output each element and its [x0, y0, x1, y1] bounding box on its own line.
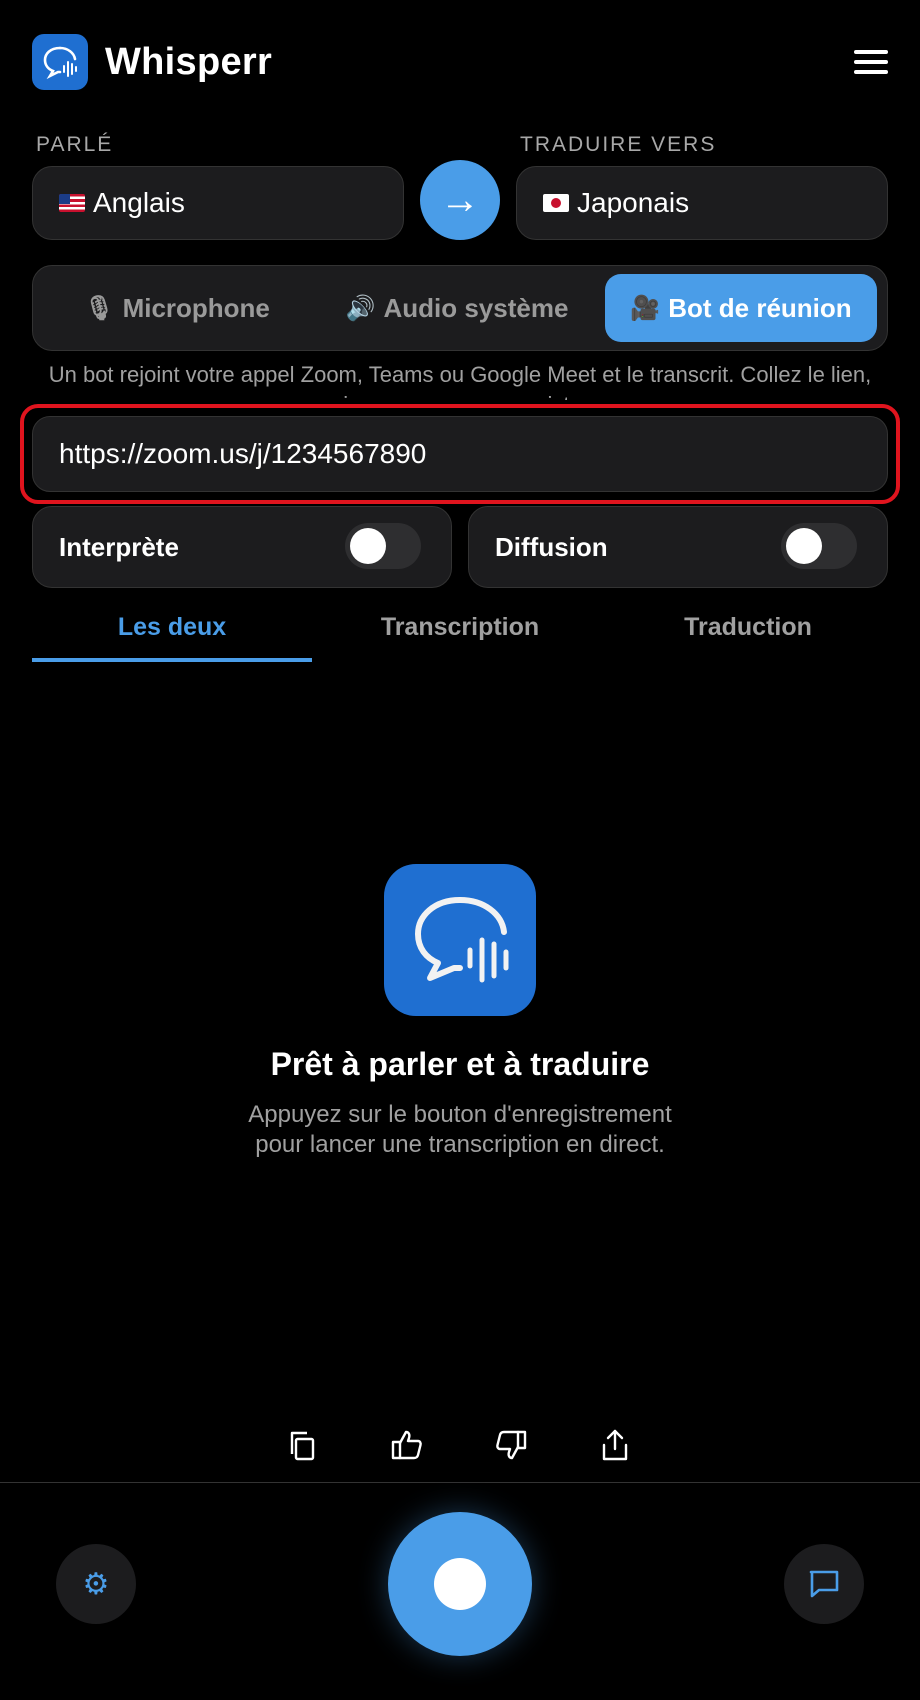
meeting-bot-helper-text: Un bot rejoint votre appel Zoom, Teams o…	[48, 362, 872, 400]
source-language-value: Anglais	[93, 187, 185, 218]
tab-both[interactable]: Les deux	[32, 600, 312, 662]
tab-translation[interactable]: Traduction	[608, 600, 888, 662]
app-title: Whisperr	[105, 40, 273, 83]
tab-transcription[interactable]: Transcription	[320, 600, 600, 662]
broadcast-label: Diffusion	[495, 531, 608, 562]
highlight-box	[20, 404, 900, 504]
input-mode-selector: 🎙 Microphone 🔊 Audio système 🎥 Bot de ré…	[32, 265, 888, 351]
interpreter-label: Interprète	[59, 531, 179, 562]
thumbs-down-icon	[496, 1430, 527, 1460]
us-flag-icon	[59, 194, 85, 212]
broadcast-toggle-card: Diffusion	[468, 506, 888, 588]
settings-button[interactable]: ⚙	[56, 1544, 136, 1624]
source-language-label: PARLÉ	[36, 133, 114, 156]
interpreter-toggle-card: Interprète	[32, 506, 452, 588]
microphone-icon: 🎙	[84, 294, 115, 322]
chat-icon	[809, 1570, 839, 1598]
chat-button[interactable]	[784, 1544, 864, 1624]
gear-icon: ⚙	[82, 1566, 110, 1602]
target-language-value: Japonais	[577, 187, 690, 218]
source-language-select[interactable]: Anglais	[32, 166, 404, 240]
target-language-label: TRADUIRE VERS	[520, 133, 717, 156]
empty-state-title: Prêt à parler et à traduire	[270, 1046, 650, 1082]
copy-button[interactable]	[278, 1420, 328, 1470]
mode-meeting-bot[interactable]: 🎥 Bot de réunion	[605, 274, 877, 342]
video-camera-icon: 🎥	[630, 294, 661, 322]
target-language-select[interactable]: Japonais	[516, 166, 888, 240]
empty-state-description: Appuyez sur le bouton d'enregistrement p…	[248, 1101, 672, 1158]
bottom-divider	[0, 1482, 920, 1483]
speaker-icon: 🔊	[345, 294, 376, 322]
share-icon	[602, 1429, 628, 1461]
arrow-right-icon: →	[440, 177, 480, 222]
copy-icon	[290, 1431, 315, 1461]
record-button[interactable]	[388, 1512, 532, 1656]
mode-microphone[interactable]: 🎙 Microphone	[41, 274, 313, 342]
thumbs-up-icon	[391, 1430, 422, 1460]
empty-state-logo-icon	[384, 864, 536, 1016]
swap-languages-button[interactable]: →	[420, 160, 500, 240]
record-icon	[434, 1558, 486, 1610]
thumbs-down-button[interactable]	[486, 1420, 536, 1470]
hamburger-menu-button[interactable]	[848, 42, 888, 82]
transcript-actions	[0, 1420, 920, 1470]
interpreter-switch[interactable]	[345, 523, 421, 569]
app-logo-icon	[32, 34, 88, 90]
view-tabs: Les deux Transcription Traduction	[32, 600, 888, 662]
japan-flag-icon	[543, 194, 569, 212]
menu-icon	[854, 50, 888, 54]
broadcast-switch[interactable]	[781, 523, 857, 569]
app-header: Whisperr	[32, 34, 888, 90]
share-button[interactable]	[590, 1420, 640, 1470]
thumbs-up-button[interactable]	[382, 1420, 432, 1470]
mode-system-audio[interactable]: 🔊 Audio système	[321, 274, 593, 342]
